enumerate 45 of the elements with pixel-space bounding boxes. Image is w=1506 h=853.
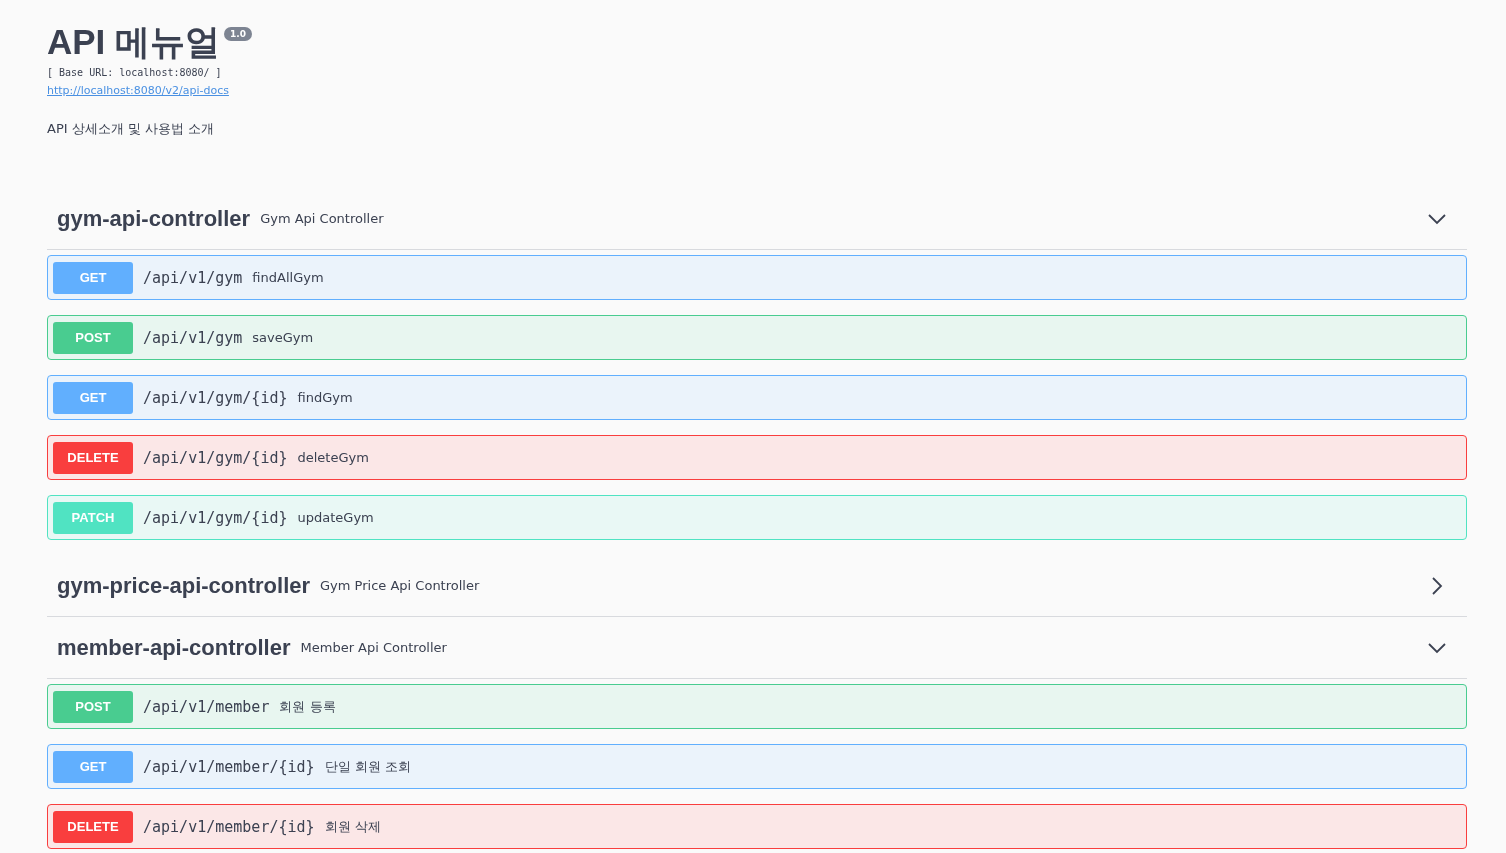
method-badge: POST [53, 321, 133, 354]
controller-name: member-api-controller [57, 634, 291, 661]
endpoint-path: /api/v1/member/{id} [143, 817, 315, 836]
method-badge: GET [53, 750, 133, 783]
endpoint-path: /api/v1/gym/{id} [143, 508, 288, 527]
method-badge: GET [53, 381, 133, 414]
operation-summary: 회원 등록 [279, 697, 336, 716]
endpoint-path: /api/v1/member/{id} [143, 757, 315, 776]
method-badge: GET [53, 261, 133, 294]
controller-description: Member Api Controller [300, 640, 448, 655]
controller-description: Gym Price Api Controller [320, 578, 481, 593]
operation-row[interactable]: DELETE /api/v1/gym/{id} deleteGym [47, 435, 1467, 480]
controller-name: gym-api-controller [57, 205, 251, 232]
operation-row[interactable]: GET /api/v1/gym/{id} findGym [47, 375, 1467, 420]
controller-description: Gym Api Controller [260, 211, 385, 226]
method-badge: POST [53, 690, 133, 723]
operation-row[interactable]: POST /api/v1/gym saveGym [47, 315, 1467, 360]
api-description: API 상세소개 및 사용법 소개 [47, 120, 216, 138]
method-badge: DELETE [53, 441, 133, 474]
operation-summary: findAllGym [252, 270, 324, 285]
operation-row[interactable]: DELETE /api/v1/member/{id} 회원 삭제 [47, 804, 1467, 849]
base-url: [ Base URL: localhost:8080/ ] [47, 67, 223, 78]
operation-summary: 회원 삭제 [324, 817, 381, 836]
controller-header[interactable]: member-api-controller Member Api Controller [47, 617, 1467, 679]
controller-name: gym-price-api-controller [57, 572, 311, 599]
endpoint-path: /api/v1/member [143, 697, 270, 716]
operation-row[interactable]: PATCH /api/v1/gym/{id} updateGym [47, 495, 1467, 540]
operation-summary: deleteGym [297, 450, 369, 465]
operation-summary: 단일 회원 조회 [324, 757, 411, 776]
operation-row[interactable]: POST /api/v1/member 회원 등록 [47, 684, 1467, 729]
method-badge: PATCH [53, 501, 133, 534]
operation-summary: updateGym [297, 510, 374, 525]
endpoint-path: /api/v1/gym [143, 328, 243, 347]
endpoint-path: /api/v1/gym/{id} [143, 388, 288, 407]
page-title: API 메뉴얼 [47, 21, 221, 63]
operation-summary: findGym [297, 390, 353, 405]
controller-header[interactable]: gym-api-controller Gym Api Controller [47, 188, 1467, 250]
endpoint-path: /api/v1/gym [143, 268, 243, 287]
operation-row[interactable]: GET /api/v1/gym findAllGym [47, 255, 1467, 300]
endpoint-path: /api/v1/gym/{id} [143, 448, 288, 467]
operation-row[interactable]: GET /api/v1/member/{id} 단일 회원 조회 [47, 744, 1467, 789]
version-badge: 1.0 [224, 27, 253, 41]
controller-header[interactable]: gym-price-api-controller Gym Price Api Controller [47, 555, 1467, 617]
method-badge: DELETE [53, 810, 133, 843]
operation-summary: saveGym [252, 330, 314, 345]
